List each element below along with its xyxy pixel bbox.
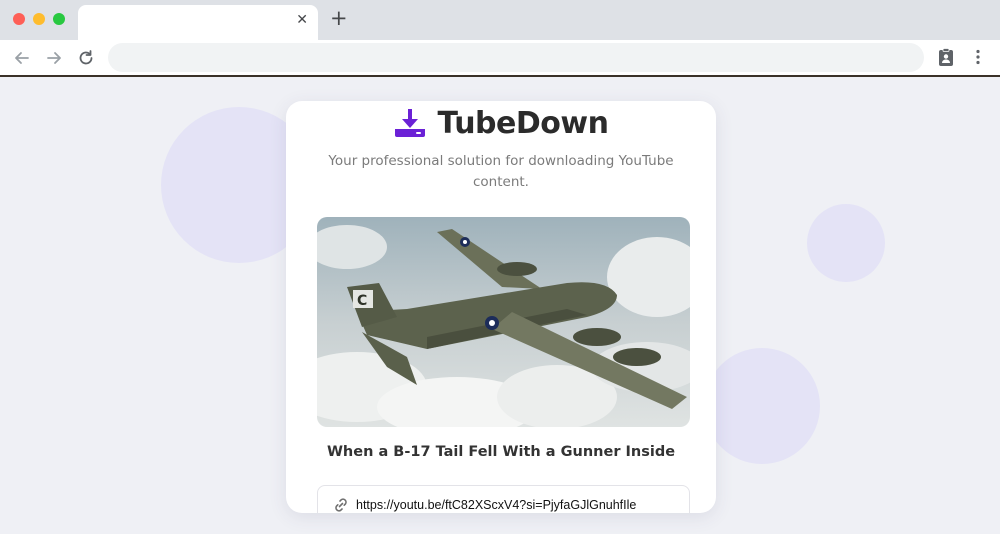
forward-arrow-icon[interactable] [44, 48, 64, 68]
brand-header: TubeDown [286, 103, 716, 143]
address-bar[interactable] [108, 43, 924, 72]
clipboard-account-icon[interactable] [936, 47, 956, 67]
download-card: TubeDown Your professional solution for … [286, 101, 716, 513]
decorative-circle [704, 348, 820, 464]
window-maximize-dot[interactable] [53, 13, 65, 25]
video-title: When a B-17 Tail Fell With a Gunner Insi… [326, 444, 676, 460]
b17-bomber-thumbnail: C [317, 217, 690, 427]
brand-name: TubeDown [437, 105, 609, 141]
browser-tab-bar: ✕ + [0, 0, 1000, 40]
browser-toolbar [0, 40, 1000, 75]
reload-icon[interactable] [76, 48, 96, 68]
video-url-input[interactable] [356, 494, 681, 513]
decorative-circle [807, 204, 885, 282]
kebab-menu-icon[interactable] [968, 47, 988, 67]
link-icon [335, 498, 347, 512]
tagline: Your professional solution for downloadi… [328, 153, 674, 190]
svg-text:C: C [357, 293, 367, 309]
url-field[interactable] [317, 485, 690, 513]
page-viewport: TubeDown Your professional solution for … [0, 77, 1000, 534]
close-tab-icon[interactable]: ✕ [296, 12, 308, 28]
back-arrow-icon[interactable] [12, 48, 32, 68]
window-minimize-dot[interactable] [33, 13, 45, 25]
video-thumbnail[interactable]: C [317, 217, 690, 427]
browser-tab[interactable]: ✕ [78, 5, 318, 40]
new-tab-icon[interactable]: + [330, 8, 348, 29]
download-tray-icon [394, 109, 425, 137]
window-close-dot[interactable] [13, 13, 25, 25]
